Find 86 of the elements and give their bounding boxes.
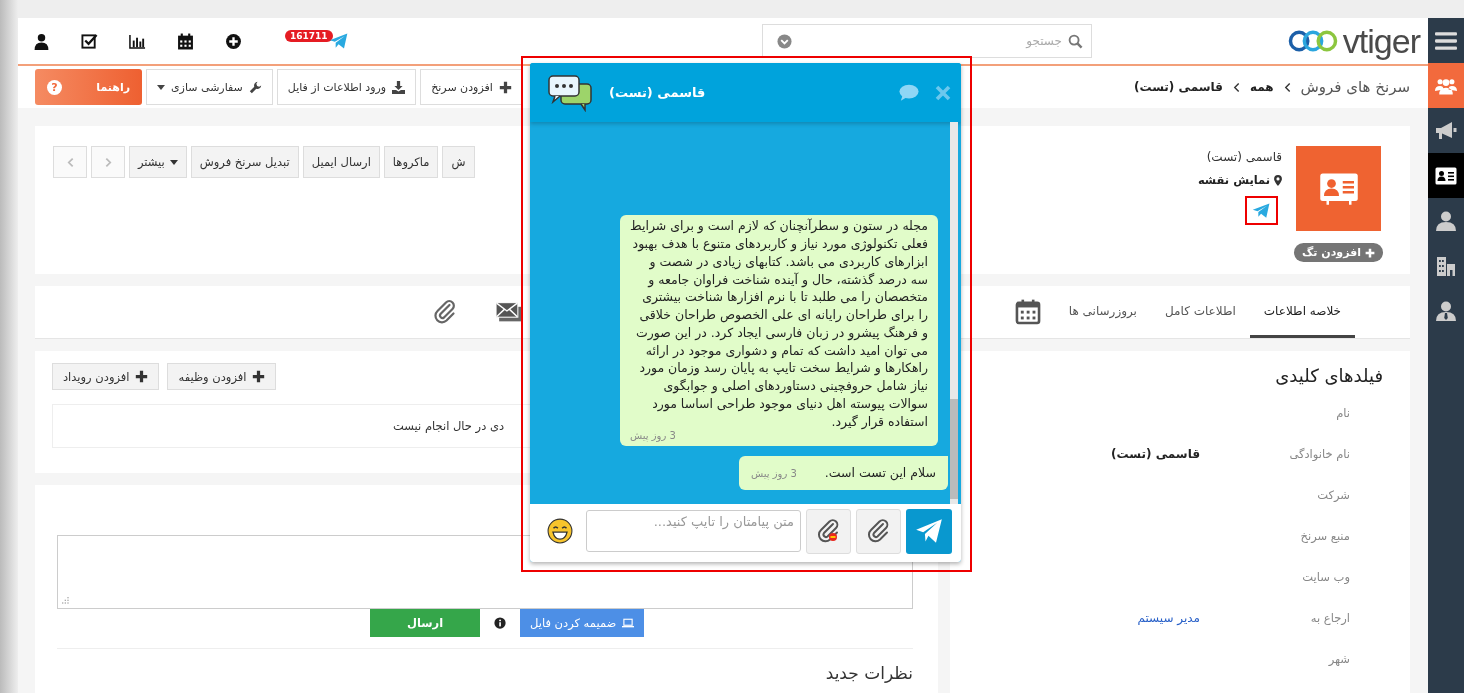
field-label: نام <box>1335 405 1350 420</box>
telegram-button[interactable] <box>1245 196 1279 225</box>
field-value: قاسمی (تست) <box>1110 446 1200 461</box>
user-icon[interactable] <box>33 32 50 50</box>
bar-chart-icon[interactable] <box>129 32 146 50</box>
chat-bubbles-icon <box>547 73 593 112</box>
plus-icon <box>1365 247 1375 258</box>
tab[interactable]: خلاصه اطلاعات <box>1249 286 1355 338</box>
telegram-icon[interactable] <box>328 31 349 51</box>
contact-card-icon <box>1435 165 1457 186</box>
add-activity-button[interactable]: افزودن وظیفه <box>167 363 277 390</box>
message-text: سلام این تست است. <box>824 464 936 482</box>
add-circle-icon[interactable] <box>225 32 242 50</box>
laptop-icon <box>622 618 635 628</box>
import-button[interactable]: ورود اطلاعات از فایل <box>276 69 417 105</box>
field-label: منبع سرنخ <box>1299 528 1350 543</box>
plus-icon <box>135 370 149 383</box>
toolbar-button[interactable]: ارسال ایمیل <box>302 146 380 178</box>
contact-card-icon <box>1318 172 1359 205</box>
question-icon: ? <box>47 79 62 95</box>
checkbox-icon[interactable] <box>81 32 98 50</box>
field-label: شرکت <box>1316 487 1350 502</box>
breadcrumb-link[interactable]: همه <box>1249 80 1274 94</box>
message-input[interactable]: متن پیامتان را تایپ کنید... <box>586 510 801 552</box>
toolbar-button[interactable]: تبدیل سرنخ فروش <box>190 146 299 178</box>
toolbar-button[interactable]: ش <box>442 146 475 178</box>
chevron-left-icon <box>1232 81 1240 93</box>
field-value-link[interactable]: مدیر سیستم <box>950 610 1200 625</box>
emoji-icon[interactable] <box>547 518 573 544</box>
customize-button[interactable]: سفارشی سازی <box>146 69 273 105</box>
send-button[interactable] <box>906 508 952 554</box>
add-lead-button[interactable]: افزودن سرنخ <box>420 69 523 105</box>
tab[interactable]: بروزرسانی ها <box>1054 286 1151 338</box>
paperclip-icon <box>866 519 891 543</box>
caret-icon <box>169 159 178 165</box>
caret-icon <box>157 84 165 90</box>
chevron-left-icon <box>1283 81 1291 93</box>
chevron-right-icon <box>104 156 112 168</box>
paperclip-remove-icon <box>816 519 841 543</box>
map-pin-icon <box>1274 174 1283 186</box>
menu-icon <box>1435 30 1457 51</box>
breadcrumb-link[interactable]: سرنخ های فروش <box>1300 78 1410 96</box>
calendar-icon[interactable] <box>177 32 194 50</box>
resize-grip-icon <box>62 597 70 605</box>
breadcrumb-link[interactable]: قاسمی (تست) <box>1133 80 1223 94</box>
lead-name: قاسمی (تست) <box>1206 150 1283 164</box>
field-label: نام خانوادگی <box>1288 446 1350 461</box>
message-text: مجله در ستون و سطرآنچنان که لازم است و برای شرایط فعلی تکنولوژی مورد نیاز و کاربردهای متنوع با هدف بهبود ابزارهای کاربردی می باشد. کتابهای زیادی در شصت و سه درصد گذشته، حال و آینده شناخت فراوان جامعه و متخصصان را می طلبد تا با نرم افزارها شناخت بیشتری را برای طراحان رایانه ای علی الخصوص طراحان خلاقی و فرهنگ پیشرو در زبان فارسی ایجاد کرد. در این صورت می توان امید داشت که تمام و دشواری موجود در ارائه راهکارها و شرایط سخت تایپ به پایان رسد وزمان مورد نیاز شامل حروفچینی دستاوردهای اصلی و جوابگوی سوالات پیوسته اهل دنیای موجود طراحی اساسا مورد استفاده قرار گیرد. <box>630 217 928 431</box>
logo-text: vtiger <box>1342 24 1420 58</box>
search-icon <box>1068 33 1083 49</box>
telegram-icon <box>1252 201 1272 220</box>
field-label: ارجاع به <box>1309 610 1350 625</box>
plus-icon <box>498 80 512 94</box>
calendar-icon[interactable] <box>1014 299 1041 325</box>
chevron-down-circle-icon[interactable] <box>777 33 792 49</box>
show-map-link[interactable]: نمایش نقشه <box>1197 173 1283 187</box>
empty-state-text: دی در حال انجام نیست <box>393 419 505 433</box>
building-icon <box>1435 255 1457 276</box>
section-heading: فیلدهای کلیدی <box>1274 365 1383 386</box>
person-icon <box>1435 210 1457 231</box>
wrench-icon <box>248 80 262 94</box>
tab[interactable]: اطلاعات کامل <box>1150 286 1250 338</box>
section-heading: نظرات جدید <box>824 663 913 683</box>
more-button[interactable]: بیشتر <box>129 146 187 178</box>
nav-item[interactable] <box>1428 153 1464 198</box>
field-label: وب سایت <box>1301 569 1350 584</box>
person-with-tie-icon <box>1435 300 1457 321</box>
add-activity-button[interactable]: افزودن رویداد <box>52 363 160 390</box>
chat-title: قاسمی (تست) <box>609 85 707 100</box>
plus-icon <box>252 370 266 383</box>
download-icon <box>392 80 406 94</box>
logo-icon <box>1286 28 1339 54</box>
toolbar-button[interactable]: ماکروها <box>383 146 439 178</box>
mail-icon[interactable] <box>495 300 522 324</box>
remove-attachment-button[interactable] <box>806 508 851 554</box>
field-label: شهر <box>1327 651 1350 666</box>
chevron-left-icon <box>66 156 74 168</box>
info-icon[interactable] <box>494 617 506 629</box>
attach-button[interactable] <box>856 508 901 554</box>
message-time: 3 روز پیش <box>751 467 797 479</box>
message-time: 3 روز پیش <box>630 430 676 442</box>
megaphone-icon <box>1435 120 1457 141</box>
paper-plane-icon <box>915 517 943 545</box>
add-tag-button[interactable]: افزودن تگ <box>1294 243 1383 262</box>
scrollbar[interactable] <box>950 122 958 504</box>
notification-badge: 161711 <box>285 30 333 42</box>
